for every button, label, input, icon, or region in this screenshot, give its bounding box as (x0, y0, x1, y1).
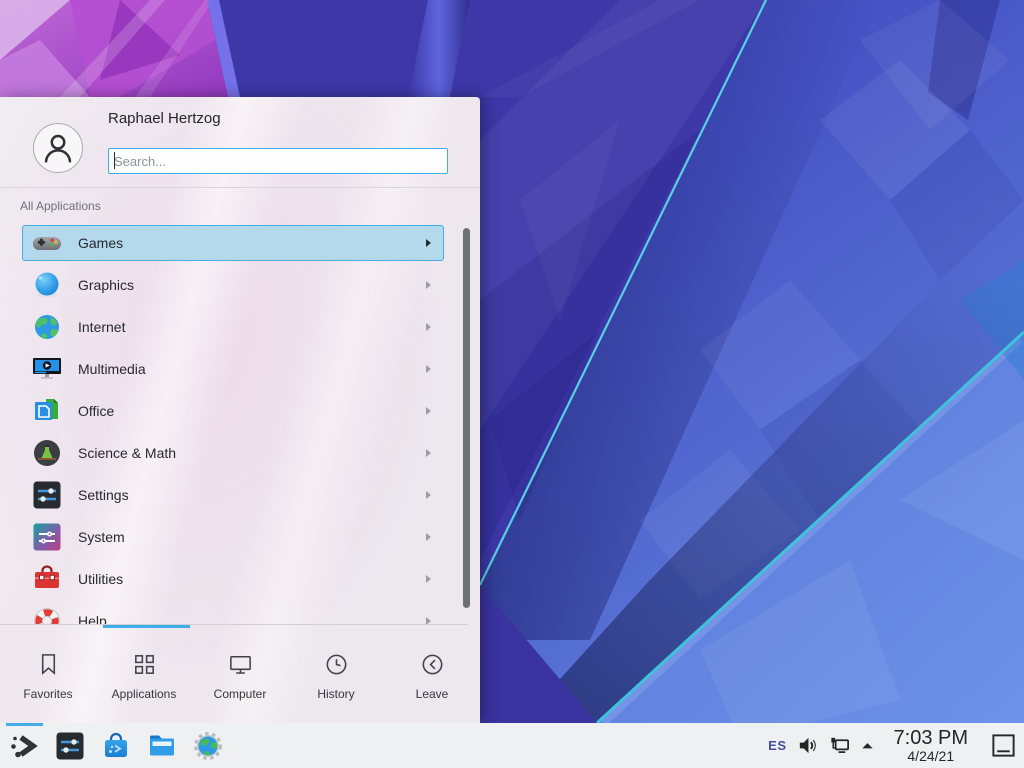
launcher-tabbar: Favorites Applications Computer Hist (0, 628, 480, 723)
application-launcher-popup: Raphael Hertzog All Applications Games (0, 97, 480, 723)
category-list: Games Graphics (0, 218, 480, 624)
discover-bag-icon (100, 730, 132, 762)
text-cursor (114, 152, 115, 169)
system-icon (31, 521, 63, 553)
show-desktop-icon (990, 732, 1017, 759)
tab-label: Leave (416, 687, 449, 701)
category-games[interactable]: Games (22, 225, 444, 261)
chevron-right-icon (422, 237, 434, 249)
category-label: Office (78, 403, 114, 419)
category-label: Internet (78, 319, 125, 335)
games-icon (31, 227, 63, 259)
settings-sliders-icon (31, 479, 63, 511)
taskbar-launchers (0, 730, 224, 762)
tab-leave[interactable]: Leave (384, 628, 480, 723)
tab-history[interactable]: History (288, 628, 384, 723)
category-label: Help (78, 613, 107, 624)
keyboard-layout-indicator[interactable]: ES (768, 738, 786, 753)
category-internet[interactable]: Internet (22, 309, 444, 345)
clock-time: 7:03 PM (894, 728, 968, 749)
chevron-right-icon (422, 363, 434, 375)
clock-icon (323, 651, 350, 678)
chevron-right-icon (422, 615, 434, 624)
kde-menu-icon (8, 730, 40, 762)
category-help[interactable]: Help (22, 603, 444, 624)
list-scrollbar[interactable] (463, 228, 470, 608)
category-label: Settings (78, 487, 129, 503)
system-tray: ES 7:03 PM 4/ (768, 728, 1024, 763)
tab-label: Favorites (23, 687, 72, 701)
category-office[interactable]: Office (22, 393, 444, 429)
category-label: Science & Math (78, 445, 176, 461)
launcher-header: Raphael Hertzog (0, 97, 480, 188)
show-desktop-button[interactable] (990, 732, 1017, 759)
file-manager-button[interactable] (146, 730, 178, 762)
category-graphics[interactable]: Graphics (22, 267, 444, 303)
user-icon (34, 124, 82, 172)
office-icon (31, 395, 63, 427)
category-utilities[interactable]: Utilities (22, 561, 444, 597)
browser-globe-gear-icon (192, 730, 224, 762)
section-label: All Applications (20, 199, 101, 213)
help-lifering-icon (31, 605, 63, 624)
tab-label: History (317, 687, 354, 701)
folder-icon (146, 730, 178, 762)
tab-favorites[interactable]: Favorites (0, 628, 96, 723)
category-label: Games (78, 235, 123, 251)
clock-date: 4/24/21 (894, 749, 968, 764)
search-input[interactable] (108, 148, 448, 174)
chevron-right-icon (422, 489, 434, 501)
desktop: Raphael Hertzog All Applications Games (0, 0, 1024, 768)
web-browser-button[interactable] (192, 730, 224, 762)
category-system[interactable]: System (22, 519, 444, 555)
category-label: Utilities (78, 571, 123, 587)
bookmark-icon (35, 651, 62, 678)
chevron-right-icon (422, 405, 434, 417)
category-science-math[interactable]: Science & Math (22, 435, 444, 471)
user-name: Raphael Hertzog (108, 110, 221, 127)
user-avatar[interactable] (33, 123, 83, 173)
science-flask-icon (31, 437, 63, 469)
category-settings[interactable]: Settings (22, 477, 444, 513)
tab-label: Applications (112, 687, 177, 701)
category-multimedia[interactable]: Multimedia (22, 351, 444, 387)
chevron-right-icon (422, 321, 434, 333)
tab-label: Computer (214, 687, 267, 701)
network-icon[interactable] (828, 734, 851, 757)
category-label: System (78, 529, 125, 545)
system-settings-icon (54, 730, 86, 762)
tab-applications[interactable]: Applications (96, 628, 192, 723)
chevron-right-icon (422, 447, 434, 459)
grid-icon (131, 651, 158, 678)
chevron-right-icon (422, 531, 434, 543)
graphics-icon (31, 269, 63, 301)
tab-computer[interactable]: Computer (192, 628, 288, 723)
category-label: Graphics (78, 277, 134, 293)
multimedia-icon (31, 353, 63, 385)
tabbar-divider (0, 624, 468, 625)
chevron-right-icon (422, 573, 434, 585)
system-settings-button[interactable] (54, 730, 86, 762)
discover-button[interactable] (100, 730, 132, 762)
leave-icon (419, 651, 446, 678)
internet-globe-icon (31, 311, 63, 343)
application-launcher-button[interactable] (8, 730, 40, 762)
volume-icon[interactable] (796, 734, 819, 757)
chevron-right-icon (422, 279, 434, 291)
expand-tray-caret-icon[interactable] (860, 738, 875, 753)
category-label: Multimedia (78, 361, 146, 377)
taskbar-panel: ES 7:03 PM 4/ (0, 723, 1024, 768)
digital-clock[interactable]: 7:03 PM 4/24/21 (894, 728, 968, 763)
utilities-toolbox-icon (31, 563, 63, 595)
monitor-icon (227, 651, 254, 678)
